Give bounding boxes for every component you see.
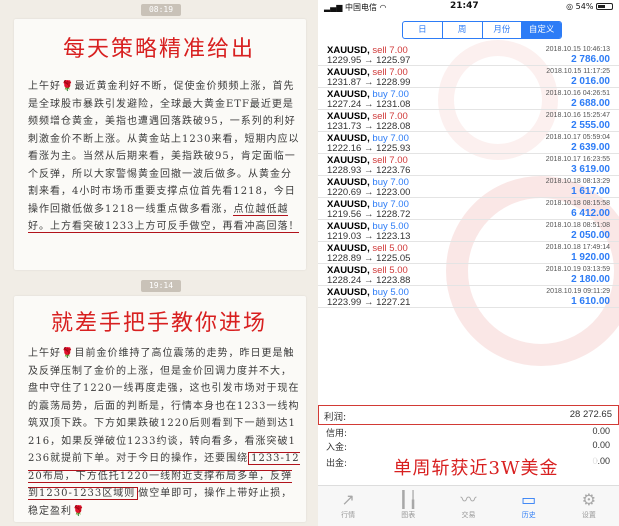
trade-profit: 1 920.00 [571, 252, 610, 263]
trade-prices: 1227.24 → 1231.08 [327, 99, 411, 110]
status-bar: ▂▄▆ 中国电信 ◠ 21:47 ◎ 54% [318, 0, 619, 14]
card2-text: 上午好🌹目前金价维持了高位震荡的走势，昨日更是触及反弹压制了金价的上涨，但是金价… [28, 348, 300, 464]
trade-prices: 1219.03 → 1223.13 [327, 231, 411, 242]
profit-label: 利润: [324, 412, 347, 423]
tab-charts-label: 图表 [401, 511, 416, 519]
profit-total: 28 272.65 [569, 409, 612, 420]
card1-text: 上午好🌹最近黄金利好不断，促使金价频频上涨，首先是全球股市暴跌引发避险，全球最大… [28, 81, 300, 215]
trade-prices: 1231.73 → 1228.08 [327, 121, 411, 132]
segment-month[interactable]: 月份 [483, 22, 523, 38]
segment-week[interactable]: 周 [443, 22, 483, 38]
trade-profit: 2 050.00 [571, 230, 610, 241]
trade-date: 2018.10.18 17:49:14 [545, 244, 610, 251]
tab-quotes-label: 行情 [341, 511, 356, 519]
trade-date: 2018.10.15 10:46:13 [545, 46, 610, 53]
battery-indicator: ◎ 54% [566, 2, 613, 11]
battery-percent: 54% [575, 2, 594, 11]
trade-row[interactable]: XAUUSD, buy 7.00 1219.56 → 1228.72 2018.10… [318, 198, 619, 220]
trade-date: 2018.10.18 08:15:58 [545, 200, 610, 207]
trade-date: 2018.10.17 05:59:04 [545, 134, 610, 141]
trade-prices: 1228.93 → 1223.76 [327, 165, 411, 176]
trade-list: XAUUSD, sell 7.00 1229.95 → 1225.97 2018.1… [318, 44, 619, 308]
trade-date: 2018.10.19 03:13:59 [545, 266, 610, 273]
deposit-value: 0.00 [592, 440, 610, 450]
trade-row[interactable]: XAUUSD, buy 7.00 1220.69 → 1223.00 2018.10… [318, 176, 619, 198]
trade-date: 2018.10.18 08:13:29 [545, 178, 610, 185]
carrier-label: ▂▄▆ 中国电信 ◠ [324, 3, 387, 12]
deposit-row: 入金: 0.00 [318, 440, 619, 453]
trade-prices: 1228.89 → 1225.05 [327, 253, 411, 264]
trade-profit: 2 639.00 [571, 142, 610, 153]
trade-profit: 2 555.00 [571, 120, 610, 131]
trade-row[interactable]: XAUUSD, sell 7.00 1229.95 → 1225.97 2018.1… [318, 44, 619, 66]
trade-prices: 1231.87 → 1228.99 [327, 77, 411, 88]
trade-profit: 1 610.00 [571, 296, 610, 307]
trade-history-screen: ▂▄▆ 中国电信 ◠ 21:47 ◎ 54% 日 周 月份 自定义 XAUUSD… [318, 0, 619, 526]
trade-profit: 2 180.00 [571, 274, 610, 285]
trade-date: 2018.10.15 11:17:25 [546, 68, 610, 75]
trade-profit: 3 619.00 [571, 164, 610, 175]
tab-charts[interactable]: ┃╽ 图表 [378, 486, 438, 526]
segment-custom[interactable]: 自定义 [522, 22, 561, 38]
promo-banner: 单周斩获近3W美金 [355, 454, 597, 480]
tab-history-label: 历史 [521, 511, 536, 519]
battery-icon [596, 3, 613, 10]
trade-prices: 1220.69 → 1223.00 [327, 187, 411, 198]
candles-icon: ┃╽ [398, 490, 418, 509]
gear-icon: ⚙ [581, 490, 597, 509]
card2-heading: 就差手把手教你进场 [50, 311, 267, 336]
card1-body: 上午好🌹最近黄金利好不断，促使金价频频上涨，首先是全球股市暴跌引发避险，全球最大… [28, 78, 300, 236]
trade-prices: 1228.24 → 1223.88 [327, 275, 411, 286]
trade-prices: 1223.99 → 1227.21 [327, 297, 411, 308]
chart-line-icon: 〰 [460, 490, 477, 509]
trade-profit: 6 412.00 [571, 208, 610, 219]
inbox-icon: ▭ [521, 490, 537, 509]
trade-row[interactable]: XAUUSD, buy 7.00 1227.24 → 1231.08 2018.10… [318, 88, 619, 110]
status-time: 21:47 [450, 1, 479, 11]
timestamp-pill-1: 08:19 [141, 4, 181, 16]
trade-row[interactable]: XAUUSD, buy 5.00 1223.99 → 1227.21 2018.10… [318, 286, 619, 308]
card2-body: 上午好🌹目前金价维持了高位震荡的走势，昨日更是触及反弹压制了金价的上涨，但是金价… [28, 345, 300, 520]
trade-row[interactable]: XAUUSD, sell 7.00 1231.87 → 1228.99 2018.1… [318, 66, 619, 88]
trade-profit: 2 688.00 [571, 98, 610, 109]
trade-row[interactable]: XAUUSD, sell 7.00 1231.73 → 1228.08 2018.1… [318, 110, 619, 132]
trade-date: 2018.10.17 16:23:55 [545, 156, 610, 163]
withdraw-label: 出金: [326, 459, 348, 469]
deposit-label: 入金: [326, 443, 348, 453]
trade-profit: 1 617.00 [571, 186, 610, 197]
trade-prices: 1229.95 → 1225.97 [327, 55, 411, 66]
tab-settings[interactable]: ⚙ 设置 [559, 486, 619, 526]
credit-label: 信用: [326, 429, 348, 439]
trade-row[interactable]: XAUUSD, buy 7.00 1222.16 → 1225.93 2018.10… [318, 132, 619, 154]
tab-trade-label: 交易 [461, 511, 476, 519]
credit-value: 0.00 [592, 426, 610, 436]
trend-icon: ↗ [341, 490, 355, 509]
trade-date: 2018.10.16 04:26:51 [545, 90, 610, 97]
bottom-tab-bar: ↗ 行情 ┃╽ 图表 〰 交易 ▭ 历史 ⚙ 设置 [318, 485, 619, 526]
period-segment-control[interactable]: 日 周 月份 自定义 [402, 21, 562, 39]
trade-profit: 2 016.00 [571, 76, 610, 87]
trade-prices: 1222.16 → 1225.93 [327, 143, 411, 154]
trade-prices: 1219.56 → 1228.72 [327, 209, 411, 220]
notes-panel: 08:19 每天策略精准给出 上午好🌹最近黄金利好不断，促使金价频频上涨，首先是… [0, 0, 318, 526]
timestamp-pill-2: 19:14 [141, 280, 181, 292]
tab-settings-label: 设置 [581, 511, 596, 519]
card1-heading: 每天策略精准给出 [62, 37, 255, 62]
trade-date: 2018.10.18 08:51:08 [545, 222, 610, 229]
trade-profit: 2 786.00 [571, 54, 610, 65]
trade-date: 2018.10.19 09:11:29 [546, 288, 610, 295]
profit-summary-row: 利润: 28 272.65 [318, 405, 619, 425]
tab-history[interactable]: ▭ 历史 [499, 486, 559, 526]
credit-row: 信用: 0.00 [318, 426, 619, 439]
trade-row[interactable]: XAUUSD, sell 7.00 1228.93 → 1223.76 2018.1… [318, 154, 619, 176]
trade-row[interactable]: XAUUSD, sell 5.00 1228.89 → 1225.05 2018.1… [318, 242, 619, 264]
trade-row[interactable]: XAUUSD, sell 5.00 1228.24 → 1223.88 2018.1… [318, 264, 619, 286]
tab-quotes[interactable]: ↗ 行情 [318, 486, 378, 526]
trade-row[interactable]: XAUUSD, buy 5.00 1219.03 → 1223.13 2018.10… [318, 220, 619, 242]
segment-day[interactable]: 日 [403, 22, 443, 38]
trade-date: 2018.10.16 15:25:47 [545, 112, 610, 119]
tab-trade[interactable]: 〰 交易 [438, 486, 498, 526]
